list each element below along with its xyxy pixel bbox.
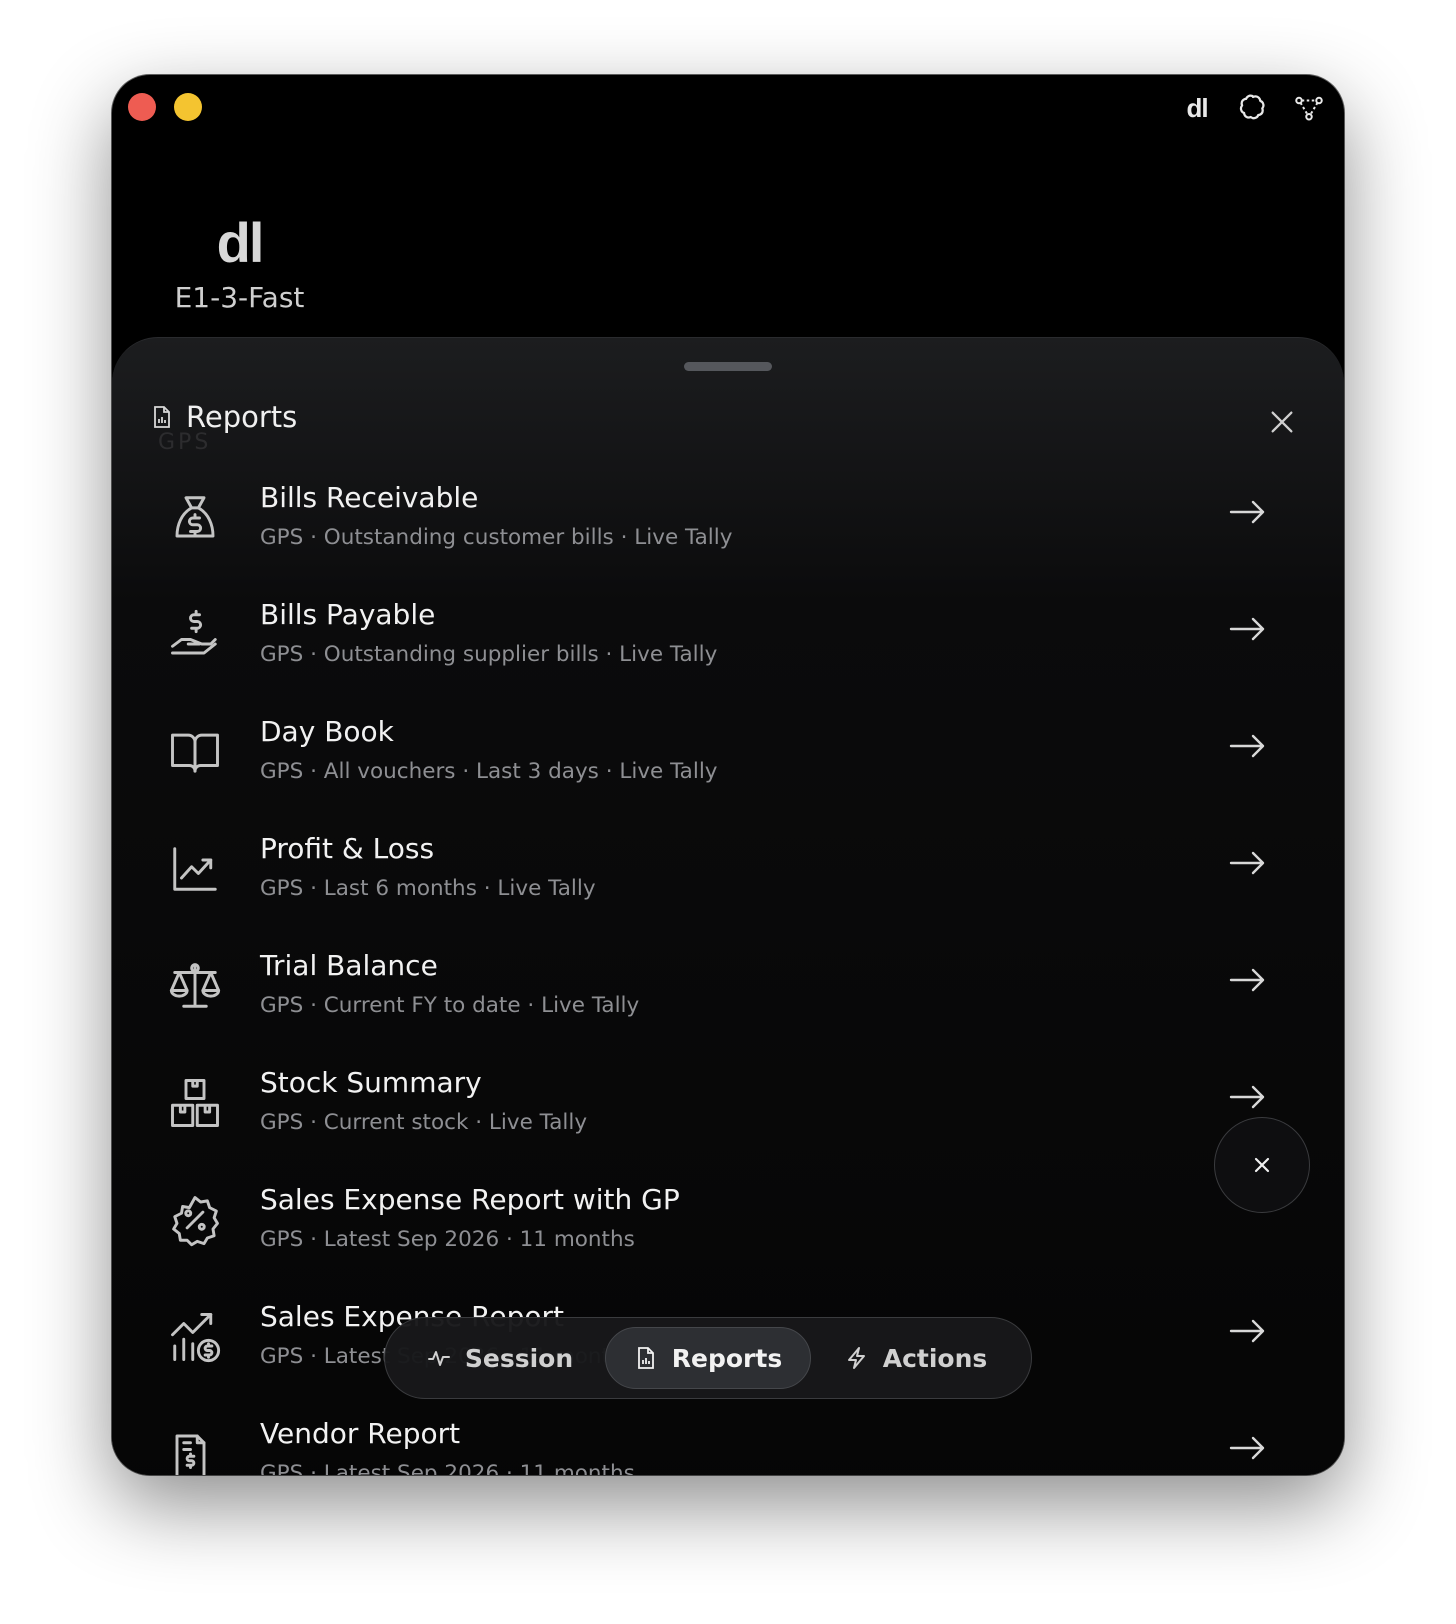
arrow-right-icon[interactable] xyxy=(1228,497,1268,527)
hand-dollar-icon xyxy=(168,608,222,662)
tab-actions[interactable]: Actions xyxy=(811,1327,1021,1389)
tab-label: Actions xyxy=(882,1343,988,1373)
item-subtitle: GPS · Latest Sep 2026 · 11 months xyxy=(260,1227,635,1252)
item-subtitle: GPS · Latest Sep 2026 · 11 months xyxy=(260,1461,635,1475)
network-icon[interactable] xyxy=(1292,91,1326,125)
item-subtitle: GPS · Last 6 months · Live Tally xyxy=(260,876,596,901)
arrow-right-icon[interactable] xyxy=(1228,1433,1268,1463)
brand-logo: dl xyxy=(216,211,265,274)
brand-block: dl E1-3-Fast xyxy=(167,211,312,315)
chart-dollar-icon xyxy=(168,1310,222,1364)
sheet-header: Reports xyxy=(152,400,297,434)
item-title: Bills Receivable xyxy=(260,481,479,514)
item-title: Stock Summary xyxy=(260,1066,482,1099)
list-item[interactable]: Vendor Report GPS · Latest Sep 2026 · 11… xyxy=(112,1409,1344,1475)
bottom-tab-bar: Session Reports Actions xyxy=(384,1317,1032,1399)
item-title: Trial Balance xyxy=(260,949,438,982)
item-title: Day Book xyxy=(260,715,394,748)
list-item[interactable]: Profit & Loss GPS · Last 6 months · Live… xyxy=(112,824,1344,941)
boxes-icon xyxy=(168,1076,222,1130)
arrow-right-icon[interactable] xyxy=(1228,1316,1268,1346)
reports-sheet: GPS Reports Bills Receivable GPS · Outst… xyxy=(112,337,1344,1475)
arrow-right-icon[interactable] xyxy=(1228,614,1268,644)
activity-icon xyxy=(427,1351,450,1366)
item-subtitle: GPS · Outstanding supplier bills · Live … xyxy=(260,642,718,667)
open-book-icon xyxy=(168,725,222,779)
tab-reports[interactable]: Reports xyxy=(605,1327,811,1389)
arrow-right-icon[interactable] xyxy=(1228,1082,1268,1112)
report-icon xyxy=(637,1347,654,1369)
close-sheet-button[interactable] xyxy=(1268,408,1296,436)
list-item[interactable]: Day Book GPS · All vouchers · Last 3 day… xyxy=(112,707,1344,824)
app-window: dl dl E1-3-Fast GPS Reports Bills Receiv… xyxy=(112,75,1344,1475)
tab-label: Reports xyxy=(671,1343,783,1373)
item-title: Profit & Loss xyxy=(260,832,435,865)
money-bag-icon xyxy=(168,491,222,545)
openai-icon[interactable] xyxy=(1236,91,1270,125)
list-item[interactable]: Stock Summary GPS · Current stock · Live… xyxy=(112,1058,1344,1175)
item-subtitle: GPS · All vouchers · Last 3 days · Live … xyxy=(260,759,718,784)
item-title: Vendor Report xyxy=(260,1417,461,1450)
list-item[interactable]: Bills Payable GPS · Outstanding supplier… xyxy=(112,590,1344,707)
sheet-title: Reports xyxy=(186,400,298,434)
tab-session[interactable]: Session xyxy=(395,1327,605,1389)
list-item[interactable]: Bills Receivable GPS · Outstanding custo… xyxy=(112,473,1344,590)
item-subtitle: GPS · Outstanding customer bills · Live … xyxy=(260,525,733,550)
minimize-window-button[interactable] xyxy=(174,93,202,121)
building-dollar-icon xyxy=(168,1427,222,1475)
item-title: Sales Expense Report with GP xyxy=(260,1183,680,1216)
line-chart-icon xyxy=(168,842,222,896)
discount-badge-icon xyxy=(168,1193,222,1247)
report-icon xyxy=(154,406,170,428)
floating-close-button[interactable] xyxy=(1214,1117,1310,1213)
list-item[interactable]: Trial Balance GPS · Current FY to date ·… xyxy=(112,941,1344,1058)
close-window-button[interactable] xyxy=(128,93,156,121)
close-icon xyxy=(1254,1157,1270,1173)
model-name: E1-3-Fast xyxy=(174,281,305,314)
item-title: Bills Payable xyxy=(260,598,436,631)
drag-handle[interactable] xyxy=(684,362,772,371)
arrow-right-icon[interactable] xyxy=(1228,731,1268,761)
arrow-right-icon[interactable] xyxy=(1228,965,1268,995)
item-subtitle: GPS · Current stock · Live Tally xyxy=(260,1110,588,1135)
arrow-right-icon[interactable] xyxy=(1228,848,1268,878)
lightning-icon xyxy=(847,1347,865,1369)
item-subtitle: GPS · Current FY to date · Live Tally xyxy=(260,993,640,1018)
top-toolbar: dl xyxy=(1180,91,1326,125)
dl-logo-icon[interactable]: dl xyxy=(1180,91,1214,125)
tab-label: Session xyxy=(464,1343,574,1373)
scale-icon xyxy=(168,959,222,1013)
list-item[interactable]: Sales Expense Report with GP GPS · Lates… xyxy=(112,1175,1344,1292)
